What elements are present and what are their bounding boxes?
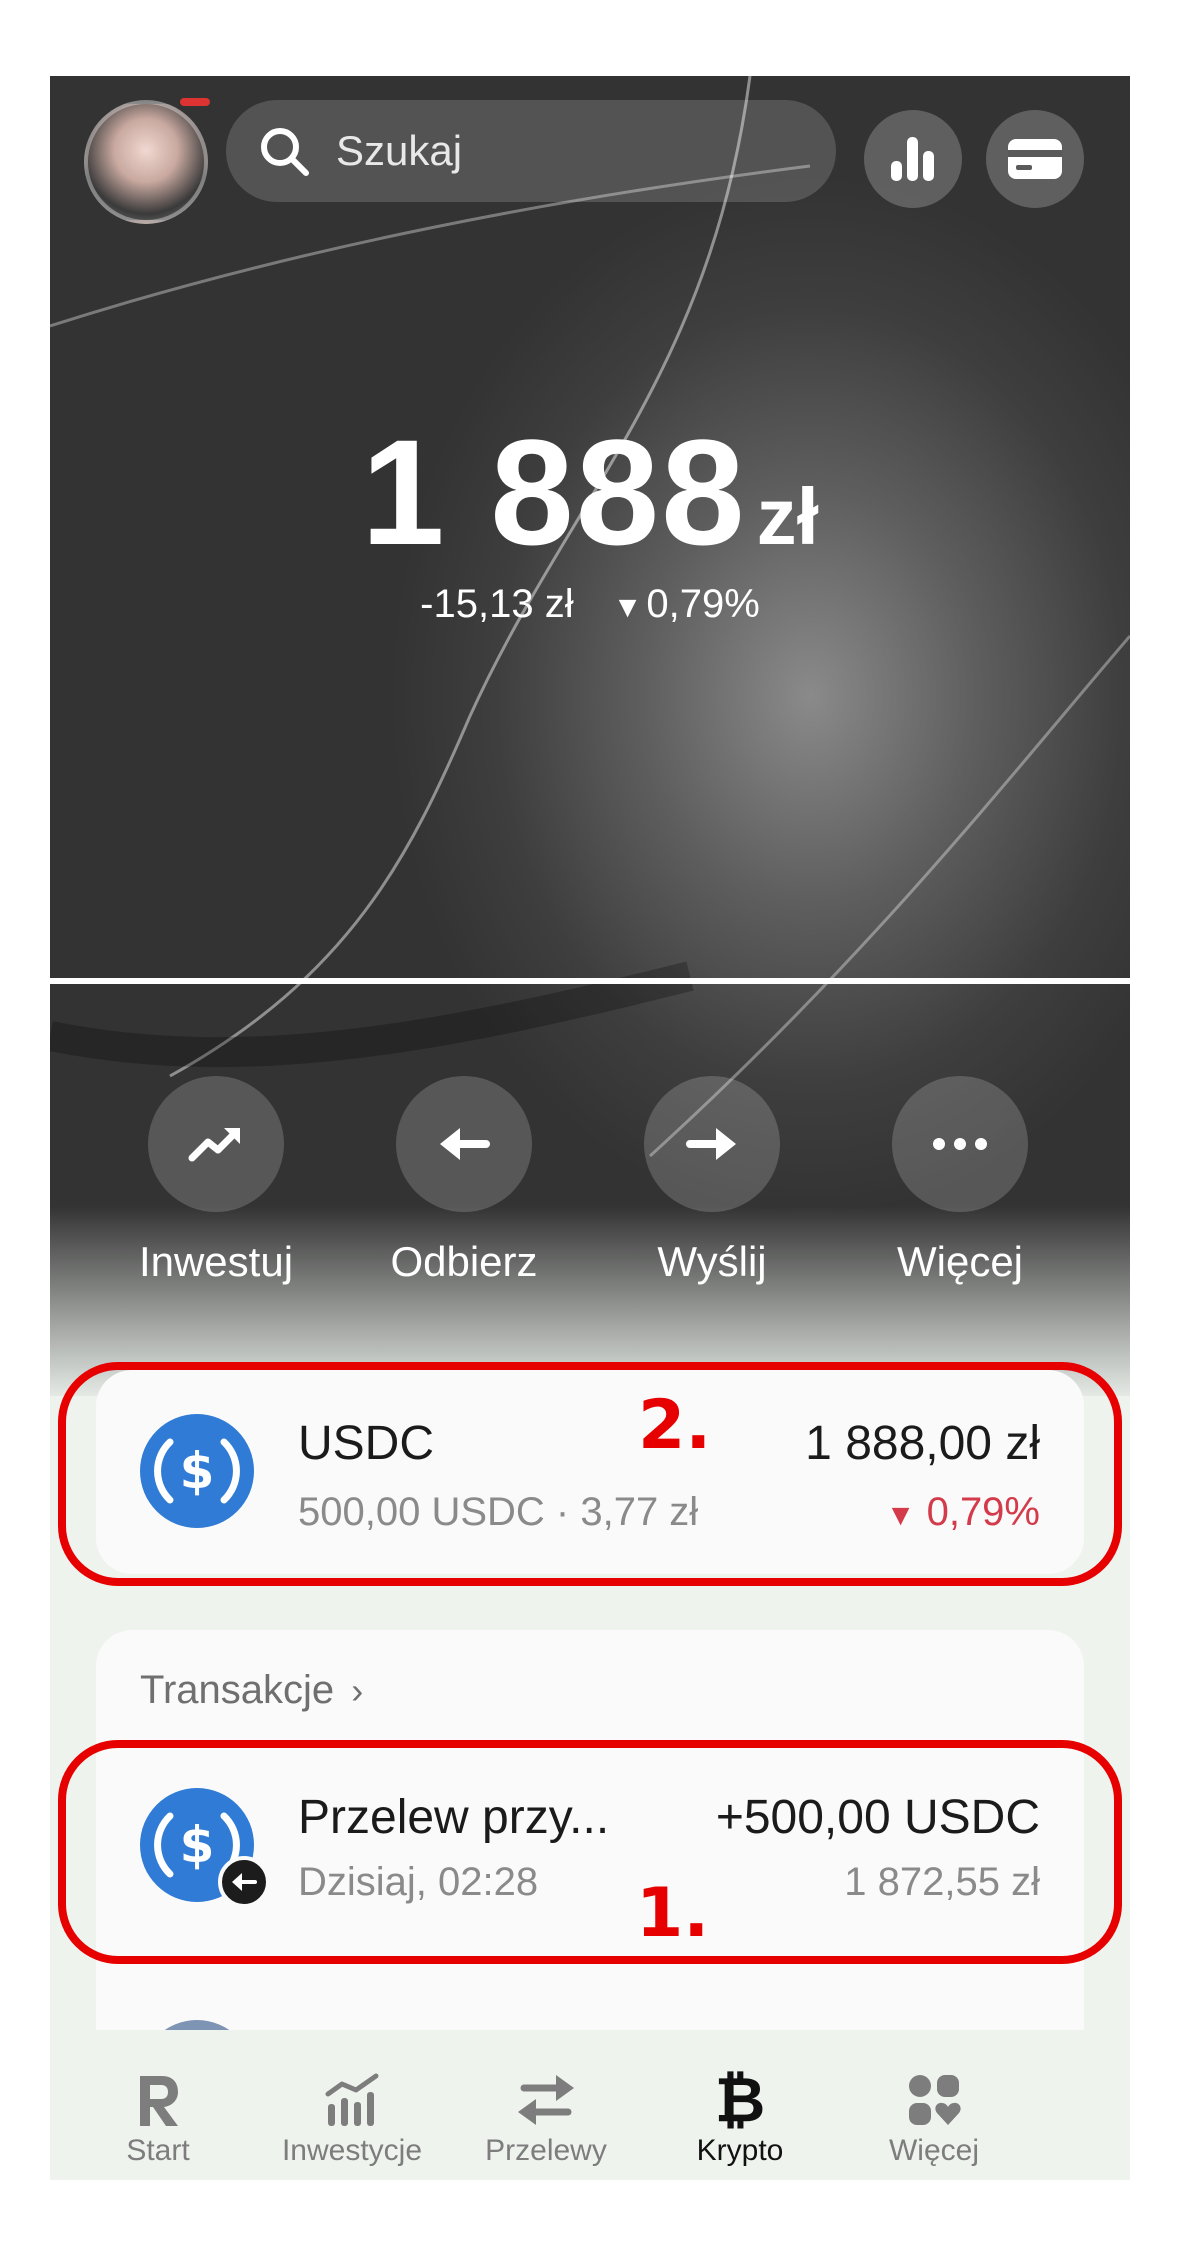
trend-up-icon: [188, 1128, 240, 1162]
arrow-right-icon: [686, 1128, 736, 1160]
tab-label: Przelewy: [485, 2134, 607, 2167]
tab-start[interactable]: Start: [50, 2030, 266, 2168]
action-label: Inwestuj: [138, 1238, 294, 1285]
tab-transfers[interactable]: Przelewy: [438, 2030, 654, 2168]
action-circle[interactable]: [892, 1076, 1028, 1212]
tab-label: Krypto: [696, 2134, 784, 2167]
search-icon: [261, 128, 309, 176]
annotation-label-1: 1.: [636, 1874, 710, 1953]
tab-label: Inwestycje: [281, 2134, 423, 2167]
transactions-header-label: Transakcje: [140, 1668, 335, 1712]
chevron-right-icon: ›: [351, 1670, 364, 1711]
action-more[interactable]: Więcej: [840, 1076, 1080, 1286]
divider-line: [50, 978, 1130, 984]
avatar[interactable]: [84, 100, 208, 224]
action-label: Więcej: [896, 1238, 1024, 1285]
arrow-left-icon: [440, 1128, 490, 1160]
change-value: -15,13 zł: [420, 582, 574, 626]
tab-investments[interactable]: Inwestycje: [244, 2030, 460, 2168]
notification-badge: [180, 98, 210, 106]
balance-display: 1 888 zł: [50, 406, 1130, 579]
balance-change: -15,13 zł ▼ 0,79%: [50, 582, 1130, 627]
action-receive[interactable]: Odbierz: [344, 1076, 584, 1286]
search-bar[interactable]: Szukaj: [226, 100, 836, 202]
action-circle[interactable]: [396, 1076, 532, 1212]
tab-label: Więcej: [888, 2134, 979, 2167]
annotation-box-2: [58, 1362, 1122, 1586]
action-circle[interactable]: [644, 1076, 780, 1212]
more-dots-icon: [933, 1138, 987, 1150]
analytics-button[interactable]: [864, 110, 962, 208]
action-circle[interactable]: [148, 1076, 284, 1212]
search-placeholder: Szukaj: [336, 127, 463, 174]
revolut-r-icon: [140, 2076, 178, 2126]
chart-line-icon: [325, 2073, 379, 2126]
annotation-label-2: 2.: [638, 1386, 712, 1465]
annotation-box-1: [58, 1740, 1122, 1964]
change-percent: 0,79%: [646, 582, 760, 626]
tab-more[interactable]: Więcej: [826, 2030, 1042, 2168]
cards-button[interactable]: [986, 110, 1084, 208]
grid-heart-icon: [909, 2075, 961, 2125]
transactions-header[interactable]: Transakcje ›: [140, 1668, 363, 1713]
action-label: Wyślij: [657, 1238, 767, 1285]
action-send[interactable]: Wyślij: [592, 1076, 832, 1286]
down-triangle-icon: ▼: [612, 591, 643, 624]
tab-crypto[interactable]: ₿ Krypto: [632, 2030, 848, 2168]
bar-chart-icon: [891, 137, 934, 181]
tab-label: Start: [126, 2134, 190, 2167]
app-screen: Szukaj 1 888 zł -15,13 zł ▼ 0,79% Inwest…: [50, 76, 1130, 2180]
card-icon: [1008, 139, 1062, 179]
balance-amount: 1 888: [361, 408, 747, 576]
action-invest[interactable]: Inwestuj: [96, 1076, 336, 1286]
bottom-tab-bar: Start Inwestycje Przelewy ₿ Krypto Więce…: [50, 2030, 1130, 2180]
action-label: Odbierz: [390, 1238, 538, 1285]
bitcoin-icon: ₿: [714, 2063, 766, 2136]
balance-currency: zł: [756, 472, 819, 561]
transfer-arrows-icon: [518, 2075, 574, 2125]
